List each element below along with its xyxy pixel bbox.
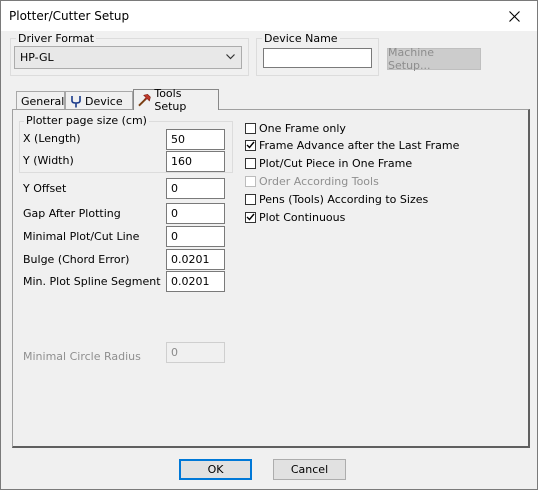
ok-button[interactable]: OK [179, 459, 252, 480]
tab-tools-setup-label: Tools Setup [154, 87, 187, 113]
gap-after-plotting-label: Gap After Plotting [23, 207, 121, 220]
tuning-fork-icon [71, 95, 81, 107]
min-plot-line-field[interactable]: 0 [166, 226, 225, 247]
hammer-icon [138, 93, 151, 107]
tab-device[interactable]: Device [65, 91, 133, 110]
x-length-label: X (Length) [23, 132, 81, 145]
option-label: Pens (Tools) According to Sizes [259, 192, 429, 206]
tab-device-label: Device [85, 94, 123, 108]
close-icon [508, 10, 520, 22]
checkbox[interactable] [245, 139, 256, 151]
min-circle-radius-label: Minimal Circle Radius [23, 350, 141, 363]
checkmark-icon [246, 213, 255, 221]
option-label: One Frame only [259, 121, 346, 135]
y-width-field[interactable]: 160 [166, 151, 225, 172]
y-width-label: Y (Width) [23, 154, 74, 167]
page-size-group-label: Plotter page size (cm) [24, 114, 149, 127]
option-one-frame-only[interactable]: One Frame only [245, 121, 346, 135]
min-plot-line-label: Minimal Plot/Cut Line [23, 230, 140, 243]
option-label: Frame Advance after the Last Frame [259, 138, 460, 152]
tab-general[interactable]: General [16, 91, 65, 110]
cancel-button[interactable]: Cancel [273, 459, 346, 480]
driver-format-select[interactable]: HP-GL [14, 46, 242, 69]
y-offset-field[interactable]: 0 [166, 178, 225, 199]
bulge-field[interactable]: 0.0201 [166, 249, 225, 270]
option-plot-continuous[interactable]: Plot Continuous [245, 210, 345, 224]
bulge-label: Bulge (Chord Error) [23, 253, 130, 266]
checkbox[interactable] [245, 157, 256, 169]
machine-setup-button[interactable]: Machine Setup... [387, 46, 481, 72]
device-name-field[interactable] [263, 48, 372, 68]
gap-after-plotting-field[interactable]: 0 [166, 203, 225, 224]
checkmark-icon [246, 141, 255, 149]
tab-general-label: General [21, 94, 65, 108]
driver-format-label: Driver Format [16, 32, 97, 45]
checkbox[interactable] [245, 211, 256, 223]
window-title: Plotter/Cutter Setup [9, 9, 130, 23]
checkbox[interactable] [245, 193, 256, 205]
checkbox[interactable] [245, 122, 256, 134]
x-length-field[interactable]: 50 [166, 129, 225, 150]
min-spline-segment-field[interactable]: 0.0201 [166, 271, 225, 292]
dialog-window: Plotter/Cutter Setup Driver Format HP-GL… [0, 0, 538, 490]
checkbox[interactable] [245, 175, 256, 187]
option-piece-in-one-frame[interactable]: Plot/Cut Piece in One Frame [245, 156, 412, 170]
option-label: Plot Continuous [259, 210, 346, 224]
min-spline-segment-label: Min. Plot Spline Segment [23, 275, 161, 288]
driver-format-value: HP-GL [20, 51, 54, 64]
min-circle-radius-field[interactable]: 0 [166, 342, 225, 363]
title-bar[interactable]: Plotter/Cutter Setup [1, 1, 537, 31]
y-offset-label: Y Offset [23, 182, 67, 195]
device-name-label: Device Name [262, 32, 340, 45]
option-frame-advance[interactable]: Frame Advance after the Last Frame [245, 138, 459, 152]
tab-tools-setup[interactable]: Tools Setup [133, 87, 219, 113]
close-button[interactable] [491, 1, 537, 31]
option-label: Plot/Cut Piece in One Frame [259, 156, 413, 170]
chevron-down-icon [226, 54, 235, 60]
option-order-according-tools[interactable]: Order According Tools [245, 174, 379, 188]
option-label: Order According Tools [259, 174, 379, 188]
option-pens-according-sizes[interactable]: Pens (Tools) According to Sizes [245, 192, 428, 206]
